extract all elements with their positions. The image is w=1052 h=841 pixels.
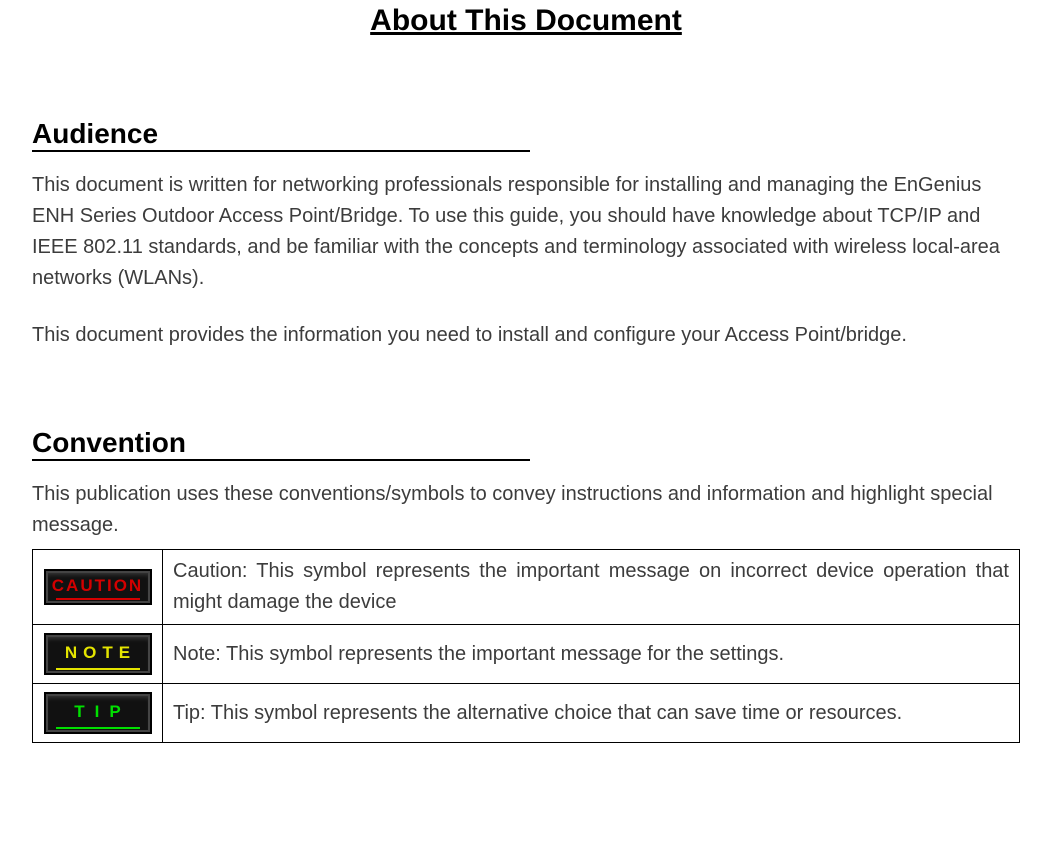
caution-description: Caution: This symbol represents the impo… (163, 550, 1020, 625)
caution-badge-cell: CAUTION (33, 550, 163, 625)
table-row: TIP Tip: This symbol represents the alte… (33, 684, 1020, 743)
tip-description: Tip: This symbol represents the alternat… (163, 684, 1020, 743)
table-row: CAUTION Caution: This symbol represents … (33, 550, 1020, 625)
convention-table: CAUTION Caution: This symbol represents … (32, 549, 1020, 743)
note-description: Note: This symbol represents the importa… (163, 625, 1020, 684)
caution-icon: CAUTION (44, 569, 152, 605)
convention-intro: This publication uses these conventions/… (32, 479, 1020, 541)
audience-paragraph-2: This document provides the information y… (32, 320, 1020, 351)
convention-heading-text: Convention (32, 427, 192, 459)
section-spacer (32, 377, 1020, 427)
table-row: NOTE Note: This symbol represents the im… (33, 625, 1020, 684)
page-title: About This Document (32, 4, 1020, 38)
heading-underline (32, 459, 530, 461)
audience-heading-text: Audience (32, 118, 164, 150)
note-badge-cell: NOTE (33, 625, 163, 684)
audience-heading: Audience (32, 118, 1020, 150)
convention-heading: Convention (32, 427, 1020, 459)
heading-underline (32, 150, 530, 152)
tip-icon: TIP (44, 692, 152, 734)
tip-badge-cell: TIP (33, 684, 163, 743)
audience-paragraph-1: This document is written for networking … (32, 170, 1020, 294)
note-icon: NOTE (44, 633, 152, 675)
